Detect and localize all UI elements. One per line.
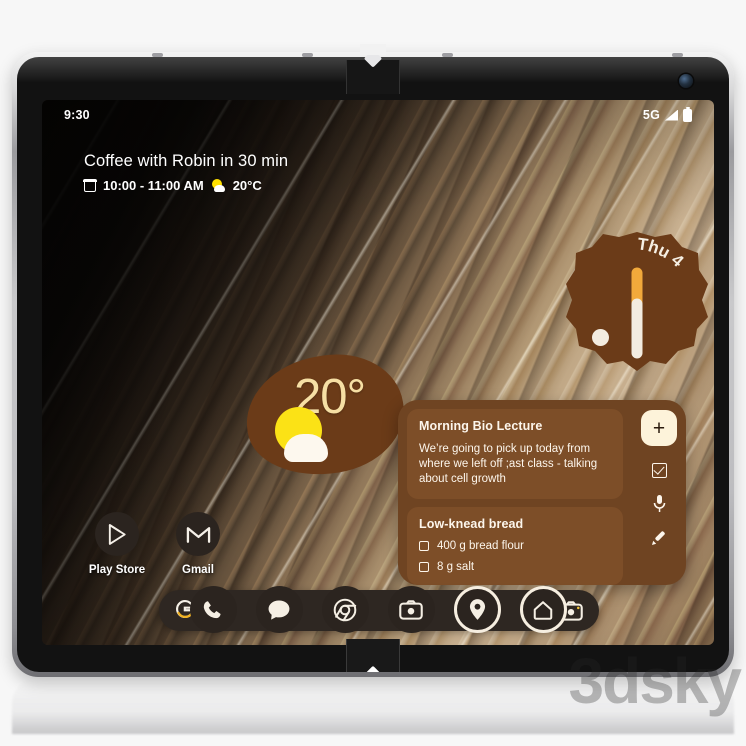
voice-note-button[interactable]: [649, 494, 669, 514]
sun-cloud-icon: [275, 407, 330, 462]
note-card[interactable]: Low-knead bread 400 g bread flour 8 g sa…: [407, 507, 623, 585]
foldable-phone-device: 9:30 5G Coffee with Robin in 30 min 10:0…: [12, 44, 734, 677]
frame-antenna-tick: [302, 53, 313, 57]
dock-item-maps[interactable]: [453, 586, 501, 633]
status-network-label: 5G: [642, 108, 660, 122]
chrome-icon: [333, 598, 357, 621]
note-card[interactable]: Morning Bio Lecture We’re going to pick …: [407, 409, 623, 499]
at-a-glance-time: 10:00 - 11:00 AM: [103, 178, 204, 193]
dock-item-phone[interactable]: [189, 586, 237, 633]
app-label: Play Store: [88, 564, 146, 576]
weather-widget[interactable]: 20°: [237, 344, 413, 486]
keep-notes-widget[interactable]: Morning Bio Lecture We’re going to pick …: [398, 400, 686, 585]
note-checklist-item[interactable]: 400 g bread flour: [419, 540, 611, 552]
at-a-glance-title: Coffee with Robin in 30 min: [84, 152, 289, 170]
signal-bars-icon: [665, 109, 678, 121]
app-label: Gmail: [182, 564, 214, 576]
keep-notes-list[interactable]: Morning Bio Lecture We’re going to pick …: [398, 400, 632, 585]
clock-hands: [561, 228, 713, 380]
frame-antenna-tick: [442, 53, 453, 57]
app-icon-play-store[interactable]: Play Store: [80, 512, 154, 576]
new-list-button[interactable]: [649, 460, 669, 480]
clock-dot: [592, 329, 609, 346]
drawing-note-button[interactable]: [649, 528, 669, 548]
note-checklist-item[interactable]: 8 g salt: [419, 561, 611, 573]
calendar-icon: [83, 178, 97, 192]
dock-item-camera[interactable]: [387, 586, 435, 633]
battery-icon: [683, 106, 692, 122]
keep-action-rail: +: [632, 400, 686, 585]
app-dock: [42, 586, 714, 633]
play-store-icon: [95, 512, 139, 556]
checkbox-icon[interactable]: [419, 562, 429, 572]
clock-minute-hand: [631, 298, 643, 359]
dock-item-messages[interactable]: [255, 586, 303, 633]
app-icon-gmail[interactable]: Gmail: [161, 512, 235, 576]
sun-cloud-icon: [211, 179, 226, 192]
screenshot-stage: 9:30 5G Coffee with Robin in 30 min 10:0…: [0, 0, 746, 746]
pen-icon: [652, 531, 665, 545]
at-a-glance-temperature: 20°C: [232, 178, 262, 193]
note-title: Low-knead bread: [419, 517, 524, 531]
gmail-icon: [176, 512, 220, 556]
dock-item-home[interactable]: [519, 586, 567, 633]
hinge-bottom: [346, 639, 400, 672]
note-checklist-label: 400 g bread flour: [437, 540, 524, 552]
dock-item-chrome[interactable]: [321, 586, 369, 633]
home-icon: [533, 600, 553, 620]
status-time: 9:30: [64, 108, 90, 122]
phone-icon: [203, 600, 221, 618]
frame-antenna-tick: [152, 53, 163, 57]
microphone-icon: [653, 495, 665, 512]
frame-antenna-tick: [672, 53, 683, 57]
message-bubble-icon: [268, 599, 290, 620]
note-title: Morning Bio Lecture: [419, 419, 543, 433]
checkbox-icon: [651, 462, 667, 478]
front-camera-lens-icon: [679, 74, 693, 88]
hinge-top: [346, 44, 400, 104]
note-body: We’re going to pick up today from where …: [419, 443, 598, 485]
status-bar: 9:30 5G: [42, 100, 714, 130]
device-bezel: 9:30 5G Coffee with Robin in 30 min 10:0…: [17, 57, 729, 672]
at-a-glance-widget[interactable]: Coffee with Robin in 30 min 10:00 - 11:0…: [83, 152, 289, 193]
clock-widget[interactable]: Thu 4: [561, 228, 713, 380]
device-reflection: [12, 678, 734, 734]
phone-screen: 9:30 5G Coffee with Robin in 30 min 10:0…: [42, 100, 714, 645]
checkbox-icon[interactable]: [419, 541, 429, 551]
map-pin-icon: [469, 599, 485, 620]
camera-icon: [399, 599, 423, 620]
at-a-glance-details: 10:00 - 11:00 AM 20°C: [83, 178, 288, 193]
add-note-button[interactable]: +: [641, 410, 677, 446]
note-checklist-label: 8 g salt: [437, 561, 475, 573]
